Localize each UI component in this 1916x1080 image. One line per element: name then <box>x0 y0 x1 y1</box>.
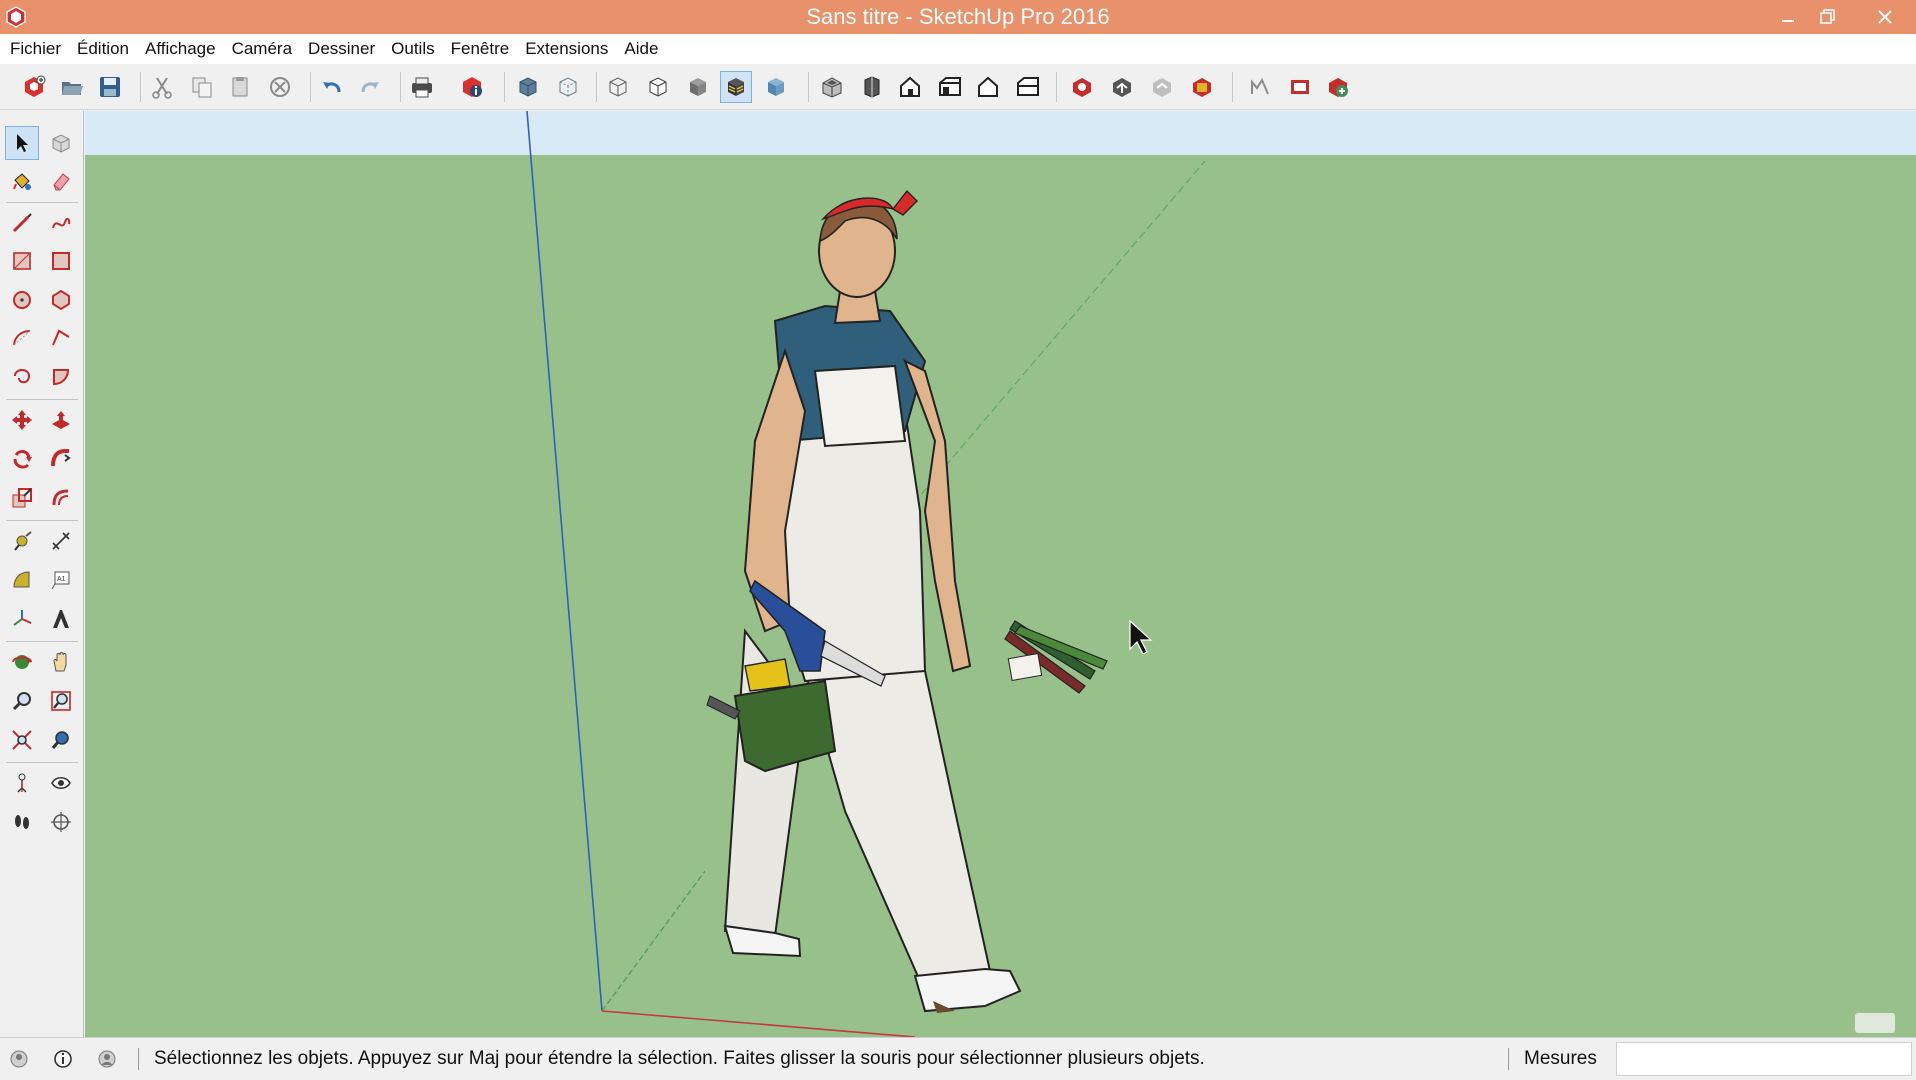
iso-view-icon[interactable] <box>816 71 848 103</box>
arc-icon[interactable] <box>5 321 39 355</box>
shaded-textures-icon[interactable] <box>720 71 752 103</box>
share-component-icon[interactable] <box>1146 71 1178 103</box>
menu-window[interactable]: Fenêtre <box>443 34 518 64</box>
ground-plane <box>85 155 1916 1037</box>
text-icon[interactable]: A1 <box>44 563 78 597</box>
back-view-icon[interactable] <box>972 71 1004 103</box>
menu-help[interactable]: Aide <box>616 34 666 64</box>
tool-palette: A1 <box>0 111 84 1037</box>
orbit-icon[interactable] <box>5 645 39 679</box>
make-component-icon[interactable] <box>44 126 78 160</box>
select-tool-icon[interactable] <box>5 126 39 160</box>
window-title: Sans titre - SketchUp Pro 2016 <box>806 4 1110 29</box>
pan-icon[interactable] <box>44 645 78 679</box>
extension-manager-icon[interactable] <box>1322 71 1354 103</box>
title-bar: Sans titre - SketchUp Pro 2016 <box>0 0 1916 34</box>
back-edges-icon[interactable] <box>552 71 584 103</box>
watermark-badge <box>1855 1013 1895 1033</box>
pie-icon[interactable] <box>44 360 78 394</box>
walk-icon[interactable] <box>5 805 39 839</box>
tape-measure-icon[interactable] <box>5 524 39 558</box>
rotate-icon[interactable] <box>5 442 39 476</box>
print-icon[interactable] <box>406 71 438 103</box>
xray-icon[interactable] <box>512 71 544 103</box>
measures-label: Mesures <box>1524 1048 1597 1069</box>
hidden-line-icon[interactable] <box>642 71 674 103</box>
rectangle-icon[interactable] <box>5 244 39 278</box>
follow-me-icon[interactable] <box>44 442 78 476</box>
send-to-layout-icon[interactable] <box>1284 71 1316 103</box>
shaded-icon[interactable] <box>682 71 714 103</box>
polygon-icon[interactable] <box>44 283 78 317</box>
menu-camera[interactable]: Caméra <box>224 34 300 64</box>
model-info-icon[interactable] <box>456 71 488 103</box>
push-pull-icon[interactable] <box>44 403 78 437</box>
position-camera-icon[interactable] <box>5 766 39 800</box>
layout-icon[interactable] <box>1244 71 1276 103</box>
open-file-icon[interactable] <box>56 71 88 103</box>
monochrome-icon[interactable] <box>760 71 792 103</box>
dimension-icon[interactable] <box>44 524 78 558</box>
circle-icon[interactable] <box>5 283 39 317</box>
minimize-icon[interactable] <box>1766 0 1810 34</box>
menu-bar: Fichier Édition Affichage Caméra Dessine… <box>0 34 1916 64</box>
new-file-icon[interactable] <box>18 71 50 103</box>
svg-text:A1: A1 <box>57 576 66 583</box>
sky-band <box>85 111 1916 155</box>
line-tool-icon[interactable] <box>5 206 39 240</box>
menu-view[interactable]: Affichage <box>137 34 224 64</box>
menu-file[interactable]: Fichier <box>2 34 69 64</box>
eraser-icon[interactable] <box>44 164 78 198</box>
protractor-icon[interactable] <box>5 563 39 597</box>
save-icon[interactable] <box>94 71 126 103</box>
3d-text-icon[interactable] <box>44 602 78 636</box>
move-icon[interactable] <box>5 403 39 437</box>
cut-icon[interactable] <box>146 71 178 103</box>
previous-view-icon[interactable] <box>44 723 78 757</box>
offset-icon[interactable] <box>44 481 78 515</box>
zoom-window-icon[interactable] <box>44 684 78 718</box>
status-message: Sélectionnez les objets. Appuyez sur Maj… <box>154 1048 1205 1069</box>
menu-extensions[interactable]: Extensions <box>517 34 616 64</box>
two-point-arc-icon[interactable] <box>44 321 78 355</box>
look-around-icon[interactable] <box>44 766 78 800</box>
share-model-icon[interactable] <box>1106 71 1138 103</box>
menu-draw[interactable]: Dessiner <box>300 34 383 64</box>
status-bar: Sélectionnez les objets. Appuyez sur Maj… <box>0 1037 1916 1080</box>
redo-icon[interactable] <box>354 71 386 103</box>
rotated-rectangle-icon[interactable] <box>44 244 78 278</box>
axes-icon[interactable] <box>5 602 39 636</box>
erase-icon[interactable] <box>264 71 296 103</box>
scale-icon[interactable] <box>5 481 39 515</box>
paint-bucket-icon[interactable] <box>5 164 39 198</box>
restore-icon[interactable] <box>1806 0 1850 34</box>
copy-icon[interactable] <box>186 71 218 103</box>
modeling-viewport[interactable] <box>85 111 1916 1037</box>
section-plane-icon[interactable] <box>44 805 78 839</box>
undo-icon[interactable] <box>316 71 348 103</box>
menu-edit[interactable]: Édition <box>69 34 137 64</box>
zoom-icon[interactable] <box>5 684 39 718</box>
geo-location-icon[interactable] <box>8 1048 30 1070</box>
wireframe-icon[interactable] <box>602 71 634 103</box>
right-view-icon[interactable] <box>934 71 966 103</box>
paste-icon[interactable] <box>224 71 256 103</box>
front-view-icon[interactable] <box>894 71 926 103</box>
3d-warehouse-icon[interactable] <box>1066 71 1098 103</box>
freehand-icon[interactable] <box>44 206 78 240</box>
left-view-icon[interactable] <box>1012 71 1044 103</box>
top-view-icon[interactable] <box>856 71 888 103</box>
menu-tools[interactable]: Outils <box>383 34 442 64</box>
credits-icon[interactable] <box>52 1048 74 1070</box>
measures-input[interactable] <box>1616 1042 1912 1076</box>
close-icon[interactable] <box>1860 0 1910 34</box>
zoom-extents-icon[interactable] <box>5 723 39 757</box>
extension-warehouse-icon[interactable] <box>1186 71 1218 103</box>
three-point-arc-icon[interactable] <box>5 360 39 394</box>
main-toolbar <box>0 64 1916 110</box>
user-icon[interactable] <box>96 1048 118 1070</box>
